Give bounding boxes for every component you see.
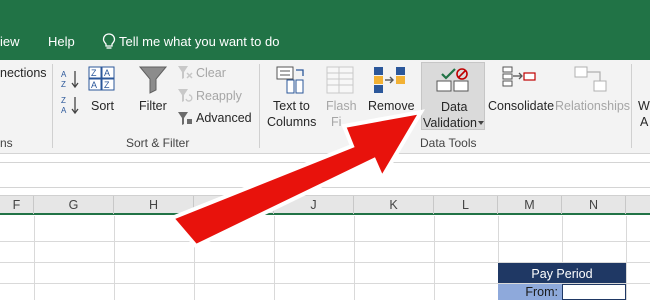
column-header-h[interactable]: H: [114, 196, 194, 214]
sort-a-to-z-icon[interactable]: A Z: [60, 68, 82, 90]
svg-text:Z: Z: [61, 80, 66, 89]
advanced-button[interactable]: Advanced: [196, 110, 252, 126]
consolidate-button[interactable]: Consolidate: [488, 98, 554, 114]
grid-line: [626, 216, 627, 300]
tab-view[interactable]: iew: [0, 34, 20, 49]
sort-z-to-a-icon[interactable]: Z A: [60, 94, 82, 116]
from-value-cell[interactable]: [562, 284, 626, 300]
lightbulb-icon: [102, 33, 116, 49]
tab-help[interactable]: Help: [48, 34, 75, 49]
tell-me-search[interactable]: Tell me what you want to do: [119, 34, 279, 49]
group-label-connections: ns: [0, 136, 13, 150]
clear-button[interactable]: Clear: [196, 65, 226, 81]
column-header-i[interactable]: [194, 196, 274, 214]
svg-text:Z: Z: [61, 96, 66, 105]
column-header-k[interactable]: K: [354, 196, 434, 214]
grid-line: [354, 216, 355, 300]
connections-button[interactable]: nections: [0, 65, 47, 81]
svg-text:A: A: [61, 106, 67, 115]
ribbon-data-tab: nections ns A Z Z A Z A A Z Sort Filter …: [0, 60, 650, 154]
group-separator: [631, 64, 632, 148]
column-headers: F G H J K L M N: [0, 195, 650, 215]
flash-fill-label-1[interactable]: Flash: [326, 98, 357, 114]
svg-text:Z: Z: [104, 80, 110, 90]
advanced-filter-icon: [178, 112, 192, 125]
filter-funnel-icon: [138, 66, 168, 94]
column-header-n[interactable]: N: [562, 196, 626, 214]
text-to-columns-label-1[interactable]: Text to: [273, 98, 310, 114]
what-if-label-1[interactable]: W: [638, 98, 650, 114]
reapply-icon: [178, 89, 193, 102]
column-header-j[interactable]: J: [274, 196, 354, 214]
data-validation-icon: [436, 68, 469, 92]
grid-line: [274, 216, 275, 300]
group-label-data-tools: Data Tools: [420, 136, 477, 150]
flash-fill-icon: [326, 66, 354, 94]
relationships-icon: [574, 66, 607, 92]
column-header-f[interactable]: F: [0, 196, 34, 214]
sort-icon: Z A A Z: [88, 66, 115, 91]
what-if-label-2[interactable]: A: [640, 114, 648, 130]
grid-line: [194, 216, 195, 300]
group-label-sort-filter: Sort & Filter: [126, 136, 190, 150]
group-separator: [259, 64, 260, 148]
ribbon-tab-bar: iew Help Tell me what you want to do: [0, 0, 650, 60]
data-validation-button[interactable]: Data Validation: [421, 62, 485, 130]
grid-line: [0, 241, 650, 242]
remove-duplicates-icon: [374, 67, 405, 93]
remove-duplicates-button[interactable]: Remove: [368, 98, 415, 114]
relationships-button[interactable]: Relationships: [555, 98, 630, 114]
pay-period-header-cell[interactable]: Pay Period: [498, 263, 626, 283]
svg-text:A: A: [61, 70, 67, 79]
text-to-columns-icon: [276, 66, 304, 94]
data-validation-label-2: Validation: [423, 116, 477, 130]
clear-filter-icon: [178, 66, 193, 79]
flash-fill-label-2[interactable]: Fi: [331, 114, 341, 130]
sort-button[interactable]: Sort: [91, 98, 114, 114]
svg-text:A: A: [91, 80, 97, 90]
grid-line: [114, 216, 115, 300]
data-validation-label-1: Data: [441, 100, 468, 114]
svg-text:A: A: [104, 68, 110, 78]
svg-text:Z: Z: [91, 68, 97, 78]
chevron-down-icon: [478, 121, 484, 125]
group-separator: [52, 64, 53, 148]
from-label-cell[interactable]: From:: [498, 284, 562, 300]
grid-line: [434, 216, 435, 300]
reapply-button[interactable]: Reapply: [196, 88, 242, 104]
grid-line: [34, 216, 35, 300]
consolidate-icon: [502, 66, 536, 87]
column-header-g[interactable]: G: [34, 196, 114, 214]
text-to-columns-label-2[interactable]: Columns: [267, 114, 316, 130]
column-header-m[interactable]: M: [498, 196, 562, 214]
column-header-l[interactable]: L: [434, 196, 498, 214]
formula-bar[interactable]: [0, 162, 650, 188]
filter-button[interactable]: Filter: [139, 98, 167, 114]
